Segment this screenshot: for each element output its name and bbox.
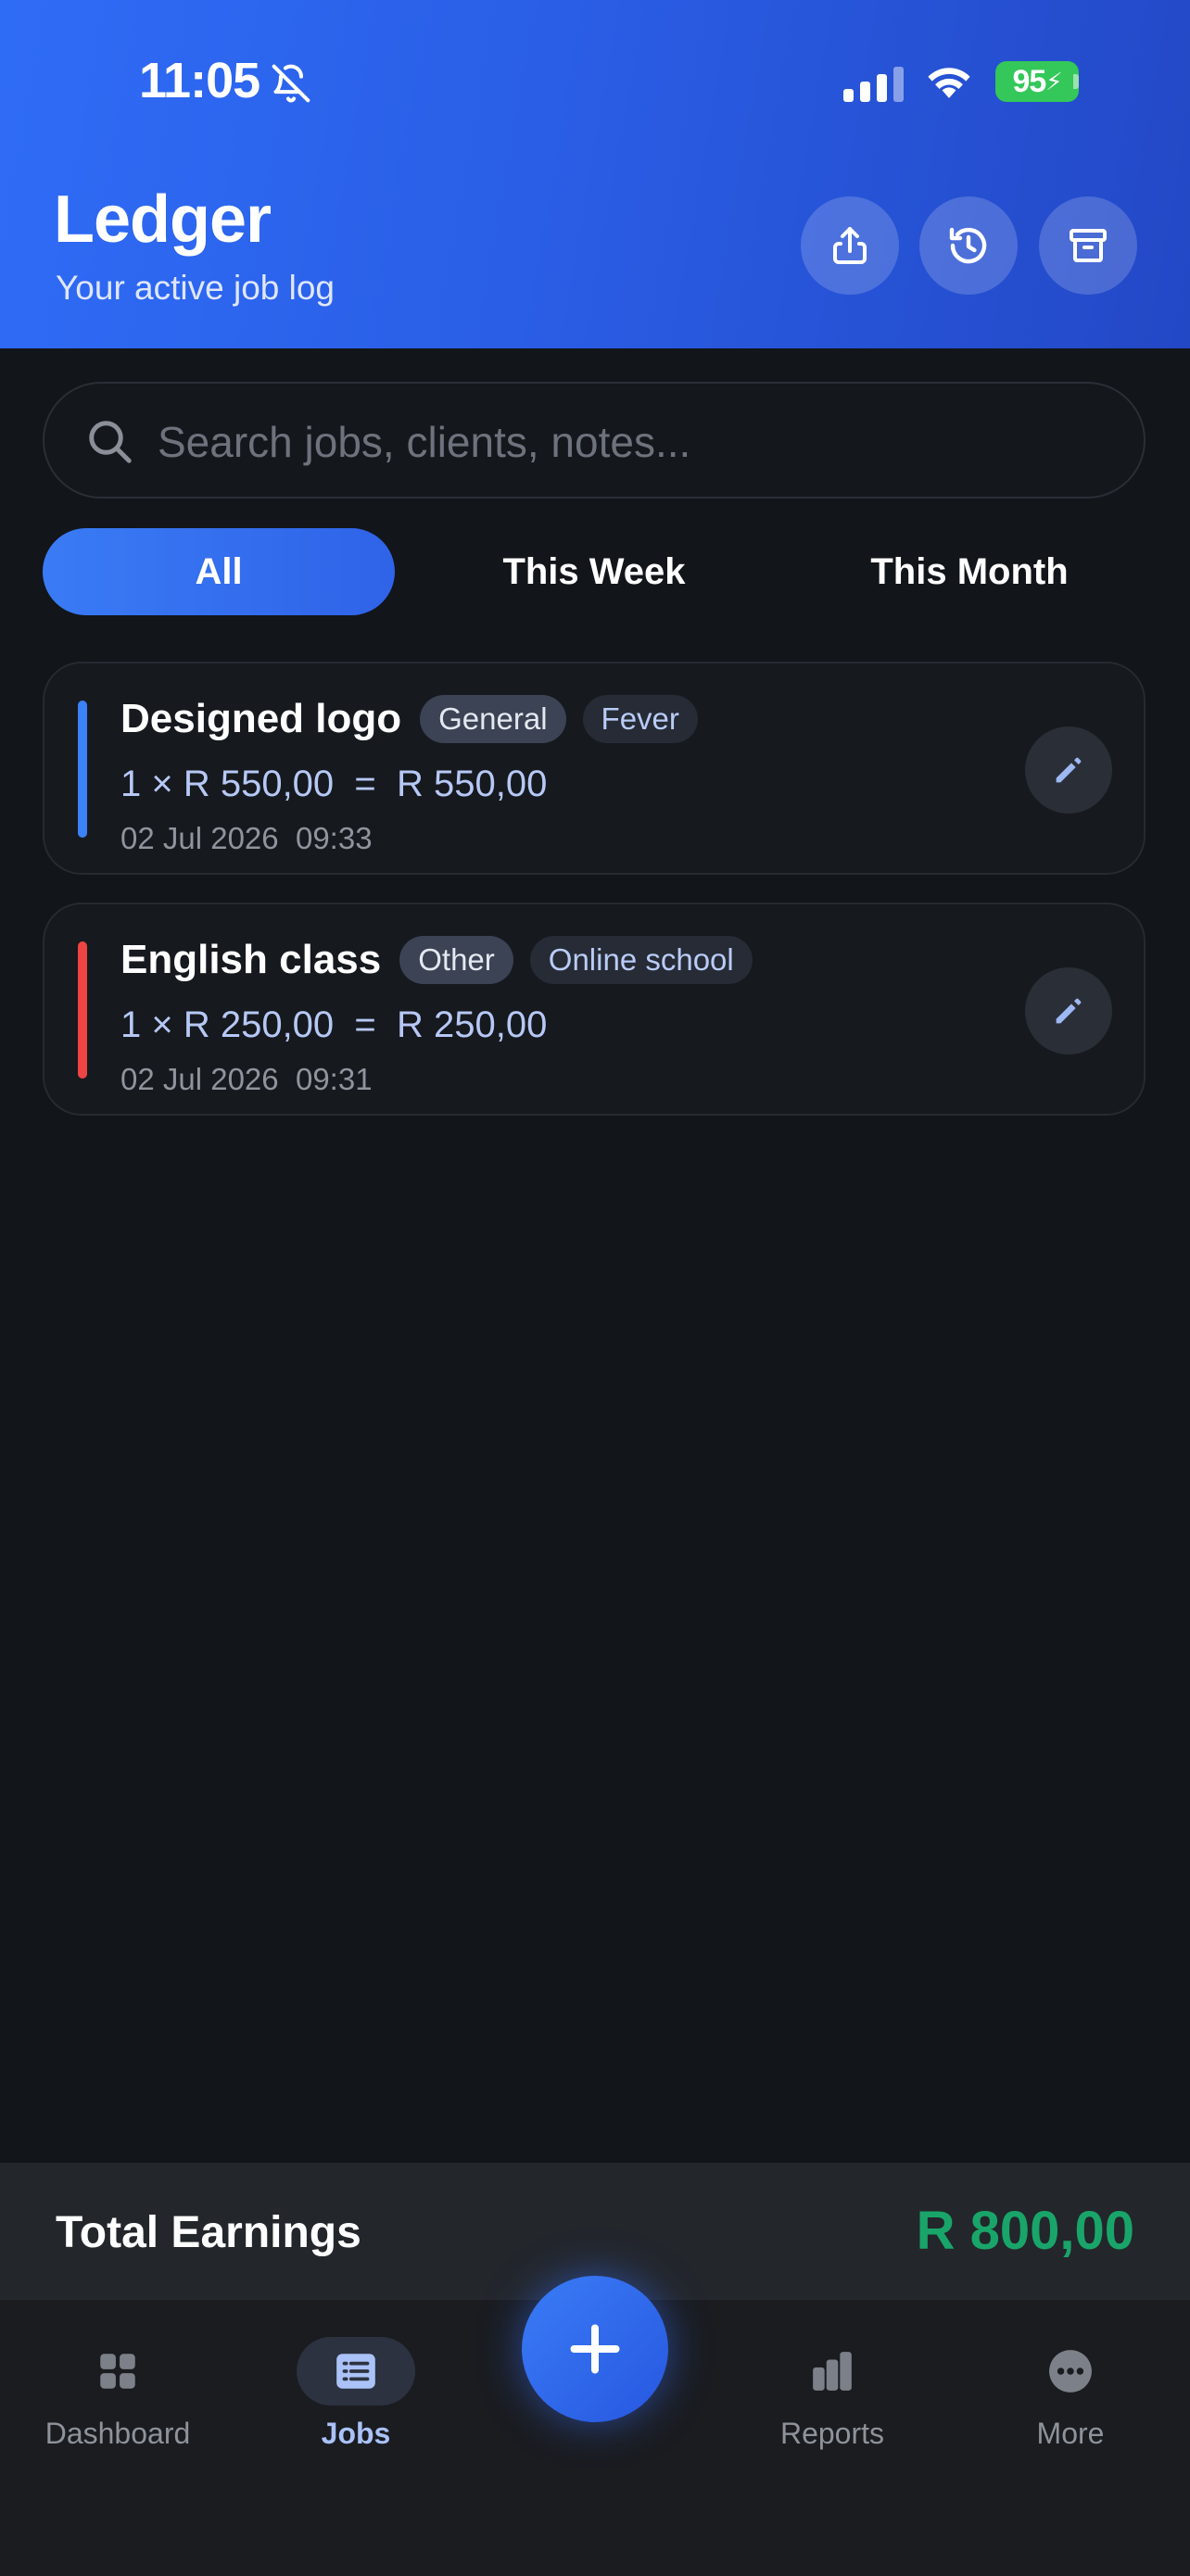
archive-button[interactable] [1039,196,1137,295]
job-title: Designed logo [120,696,402,741]
tab-all[interactable]: All [43,528,395,615]
tab-this-week[interactable]: This Week [418,528,770,615]
add-job-button[interactable] [522,2276,668,2422]
pencil-icon [1056,757,1082,783]
page-subtitle: Your active job log [56,269,335,307]
nav-item-more[interactable]: More [968,2337,1172,2451]
job-amount: 1 × R 550,00 = R 550,00 [120,764,548,804]
bar-chart-icon [813,2352,852,2391]
nav-label-jobs: Jobs [321,2417,391,2450]
job-accent-bar [78,701,87,838]
battery-nub [1073,74,1079,89]
job-date: 02 Jul 2026 09:33 [120,821,373,855]
more-icon [1049,2350,1092,2393]
wifi-icon [928,68,970,98]
pencil-icon [1056,998,1082,1024]
job-title: English class [120,937,382,982]
nav-icon-wrap [1011,2337,1130,2406]
share-icon [833,227,867,264]
status-time: 11:05 [139,53,260,108]
nav-label-dashboard: Dashboard [44,2417,191,2450]
client-tag: Online school [529,936,753,984]
cellular-signal-icon [843,65,904,102]
nav-icon-wrap [773,2337,892,2406]
edit-job-button[interactable] [1025,967,1112,1054]
list-icon [336,2354,375,2389]
nav-icon-wrap [297,2337,415,2406]
edit-job-button[interactable] [1025,726,1112,814]
tab-this-month[interactable]: This Month [793,528,1146,615]
search-bar[interactable] [43,382,1146,499]
nav-item-reports[interactable]: Reports [730,2337,934,2451]
nav-label-more: More [1036,2417,1105,2450]
job-amount: 1 × R 250,00 = R 250,00 [120,1004,548,1045]
nav-item-dashboard[interactable]: Dashboard [16,2337,220,2451]
total-earnings-value: R 800,00 [916,2201,1134,2261]
job-date: 02 Jul 2026 09:31 [120,1062,373,1096]
nav-item-jobs[interactable]: Jobs [254,2337,458,2451]
category-tag: Other [399,936,513,984]
app-header: 11:05 95 ⚡ Ledger Your active job log [0,0,1190,348]
search-icon [89,421,132,463]
history-icon [949,227,987,264]
dashboard-icon [100,2354,135,2389]
search-input[interactable] [156,406,1105,478]
total-earnings-label: Total Earnings [56,2208,361,2257]
page-title: Ledger [54,183,272,257]
bell-off-icon [272,64,310,103]
archive-icon [1070,229,1107,262]
job-accent-bar [78,941,87,1079]
job-card[interactable]: Designed logo General Fever 1 × R 550,00… [43,662,1146,875]
share-button[interactable] [801,196,899,295]
nav-icon-wrap [58,2337,177,2406]
history-button[interactable] [919,196,1018,295]
battery-level: 95 [1012,63,1046,99]
battery-indicator: 95 ⚡ [995,61,1079,102]
category-tag: General [420,695,566,743]
client-tag: Fever [582,695,698,743]
job-card[interactable]: English class Other Online school 1 × R … [43,903,1146,1116]
plus-icon [570,2324,620,2374]
nav-label-reports: Reports [779,2417,885,2450]
